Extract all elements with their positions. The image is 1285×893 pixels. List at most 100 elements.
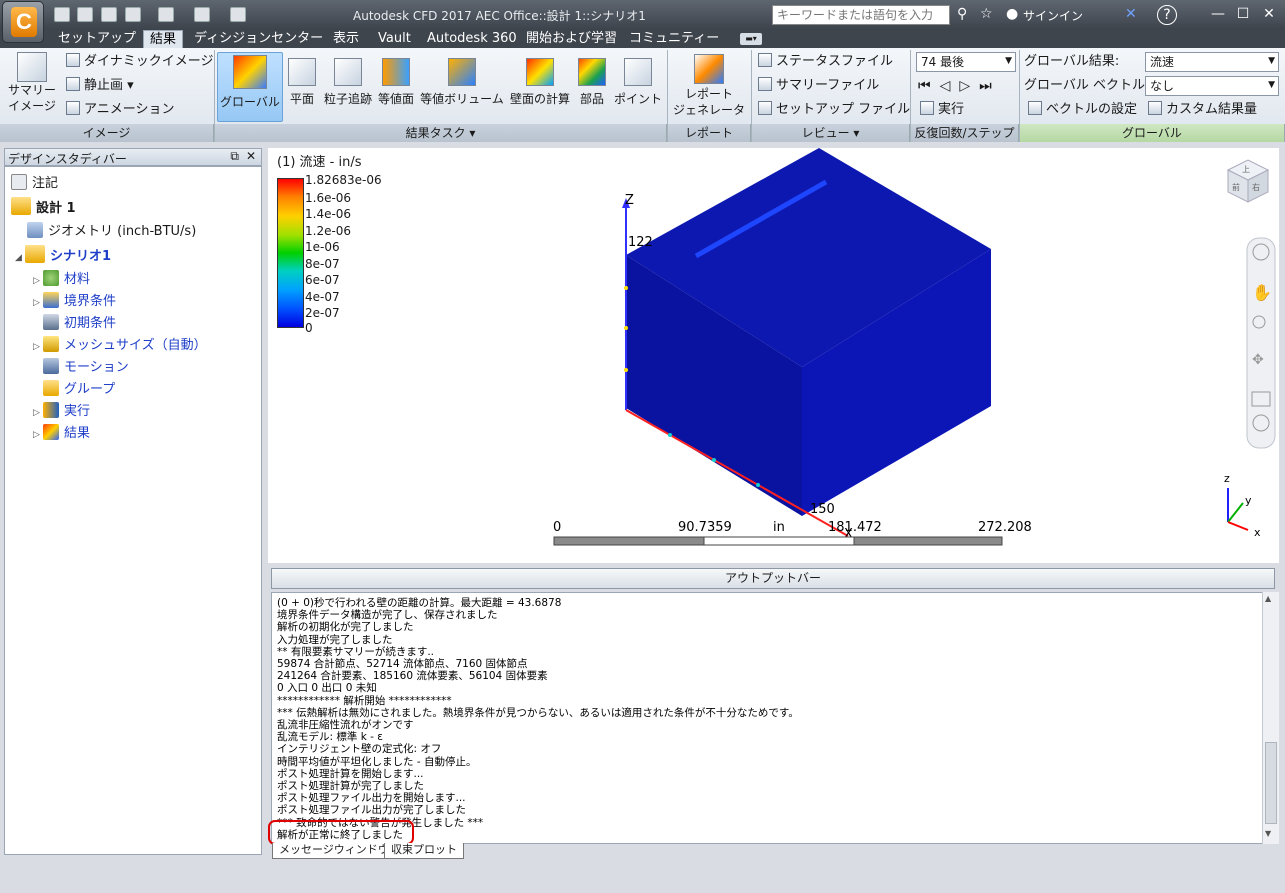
maximize-button[interactable]: ☐ <box>1232 4 1254 24</box>
global-icon <box>233 55 267 89</box>
custom-result-button[interactable]: カスタム結果量 <box>1148 100 1257 120</box>
tab-community[interactable]: コミュニティー <box>623 30 725 48</box>
triad-z-label: z <box>1224 472 1230 485</box>
isovolume-button[interactable]: 等値ボリューム <box>418 52 506 122</box>
tree-item-design[interactable]: 設計 1 <box>11 197 76 219</box>
expand-icon[interactable]: ▷ <box>33 270 43 292</box>
open-file-icon[interactable] <box>77 7 93 22</box>
z-axis-label: Z <box>625 193 634 208</box>
panel-label-result-tasks[interactable]: 結果タスク ▾ <box>215 124 667 142</box>
tab-autodesk-360[interactable]: Autodesk 360 <box>421 30 523 48</box>
star-icon[interactable]: ☆ <box>980 6 993 22</box>
wall-calc-button[interactable]: 壁面の計算 <box>508 52 572 122</box>
animation-button[interactable]: アニメーション <box>66 100 174 120</box>
expand-icon[interactable]: ▷ <box>33 402 43 424</box>
summary-image-button[interactable]: サマリー イメージ <box>6 52 58 122</box>
view-cube-label: 上 <box>1242 165 1250 174</box>
still-image-button[interactable]: 静止画 ▾ <box>66 76 134 96</box>
output-bar-button[interactable]: アウトプットバー <box>271 568 1275 589</box>
float-icon[interactable]: ⧉ <box>230 149 239 164</box>
global-result-select[interactable]: 流速 ▼ <box>1145 52 1279 72</box>
global-button[interactable]: グローバル <box>217 52 283 122</box>
next-step-icon[interactable]: ▷ <box>959 78 979 94</box>
summary-file-button[interactable]: サマリーファイル <box>758 76 879 96</box>
message-line: 入力処理が完了しました <box>277 633 393 646</box>
message-scrollbar[interactable]: ▲ ▼ <box>1262 592 1279 844</box>
camera-icon <box>17 52 47 82</box>
scale-tick: 181.472 <box>828 520 882 535</box>
message-line: 0 入口 0 出口 0 未知 <box>277 682 377 695</box>
setup-file-button[interactable]: セットアップ ファイル <box>758 100 910 120</box>
tree-item-groups[interactable]: グループ <box>43 379 115 401</box>
tree-item-motion[interactable]: モーション <box>43 357 129 379</box>
expand-icon[interactable]: ▷ <box>33 292 43 314</box>
minimize-button[interactable]: — <box>1207 4 1229 24</box>
expand-icon[interactable]: ▷ <box>33 336 43 358</box>
tab-decision-center[interactable]: ディシジョンセンター <box>188 30 329 48</box>
save-as-icon[interactable] <box>125 7 141 22</box>
particle-trace-button[interactable]: 粒子追跡 <box>321 52 375 122</box>
tree-item-mesh-size[interactable]: ▷ メッシュサイズ（自動） <box>33 335 207 357</box>
ribbon-minimize-toggle[interactable]: ▬▾ <box>740 33 762 45</box>
message-line: ポスト処理計算が完了しました <box>277 780 424 793</box>
vector-settings-button[interactable]: ベクトルの設定 <box>1028 100 1137 120</box>
tree-item-initial-conditions[interactable]: 初期条件 <box>43 313 116 335</box>
prev-step-icon[interactable]: ◁ <box>940 78 960 94</box>
undo-icon[interactable] <box>158 7 174 22</box>
tab-view[interactable]: 表示 <box>327 30 365 48</box>
application-menu-button[interactable]: C <box>2 1 44 43</box>
tab-setup[interactable]: セットアップ <box>52 30 142 48</box>
first-step-icon[interactable]: ⏮ <box>918 78 940 94</box>
design-folder-icon <box>11 197 31 215</box>
exchange-apps-icon[interactable]: ✕ <box>1125 6 1137 22</box>
qat-customize-icon[interactable] <box>230 7 246 22</box>
close-icon[interactable]: ✕ <box>246 149 256 163</box>
save-icon[interactable] <box>101 7 117 22</box>
groups-icon <box>43 380 59 396</box>
close-button[interactable]: ✕ <box>1258 4 1280 24</box>
scroll-up-icon[interactable]: ▲ <box>1265 594 1271 603</box>
tree-item-run[interactable]: ▷ 実行 <box>33 401 90 423</box>
global-vector-select[interactable]: なし ▼ <box>1145 76 1279 96</box>
tab-convergence-plot[interactable]: 収束プロット <box>384 843 464 859</box>
tree-item-results[interactable]: ▷ 結果 <box>33 423 90 445</box>
search-input[interactable] <box>772 5 950 25</box>
dynamic-image-button[interactable]: ダイナミックイメージ <box>66 52 213 72</box>
run-button[interactable]: 実行 <box>920 100 964 120</box>
new-file-icon[interactable] <box>54 7 70 22</box>
tab-message-window[interactable]: メッセージウィンドウ <box>272 843 396 859</box>
binoculars-icon[interactable]: ⚲ <box>957 6 967 22</box>
view-cube-qat-icon[interactable] <box>194 7 210 22</box>
last-step-icon[interactable]: ⏭ <box>979 78 1001 94</box>
tree-item-geometry[interactable]: ジオメトリ (inch-BTU/s) <box>27 221 196 243</box>
panel-label-review[interactable]: レビュー ▾ <box>752 124 910 142</box>
message-line: 乱流モデル: 標準 k - ε <box>277 731 383 744</box>
tab-vault[interactable]: Vault <box>372 30 417 48</box>
message-line: ポスト処理ファイル出力が完了しました <box>277 804 466 817</box>
model-scene[interactable]: Z 122 150 X 0 90.7359 in 181.472 272.208… <box>268 148 1279 563</box>
expand-icon[interactable]: ▷ <box>33 424 43 446</box>
tab-getting-started[interactable]: 開始および学習 <box>520 30 623 48</box>
step-select[interactable]: 74 最後 ▼ <box>916 52 1016 72</box>
point-button[interactable]: ポイント <box>612 52 664 122</box>
chevron-down-icon: ▼ <box>1005 56 1012 66</box>
status-file-button[interactable]: ステータスファイル <box>758 52 893 72</box>
scroll-thumb[interactable] <box>1265 742 1277 824</box>
collapse-icon[interactable]: ◢ <box>15 247 25 269</box>
report-icon <box>694 54 724 84</box>
signin-button[interactable]: サインイン <box>1023 7 1083 24</box>
tab-results[interactable]: 結果 <box>143 30 184 48</box>
parts-button[interactable]: 部品 <box>574 52 610 122</box>
report-generator-button[interactable]: レポート ジェネレータ <box>670 52 748 122</box>
plane-button[interactable]: 平面 <box>285 52 319 122</box>
isosurface-icon <box>382 58 410 86</box>
tree-item-scenario[interactable]: ◢ シナリオ1 <box>15 245 111 267</box>
scroll-down-icon[interactable]: ▼ <box>1265 829 1271 838</box>
help-button[interactable]: ? <box>1157 5 1177 25</box>
isosurface-button[interactable]: 等値面 <box>376 52 416 122</box>
tree-item-boundary-conditions[interactable]: ▷ 境界条件 <box>33 291 116 313</box>
tree-item-notes[interactable]: 注記 <box>11 173 58 195</box>
tree-item-materials[interactable]: ▷ 材料 <box>33 269 90 291</box>
notes-icon <box>11 174 27 190</box>
message-line: 境界条件データ構造が完了し、保存されました <box>277 609 498 622</box>
